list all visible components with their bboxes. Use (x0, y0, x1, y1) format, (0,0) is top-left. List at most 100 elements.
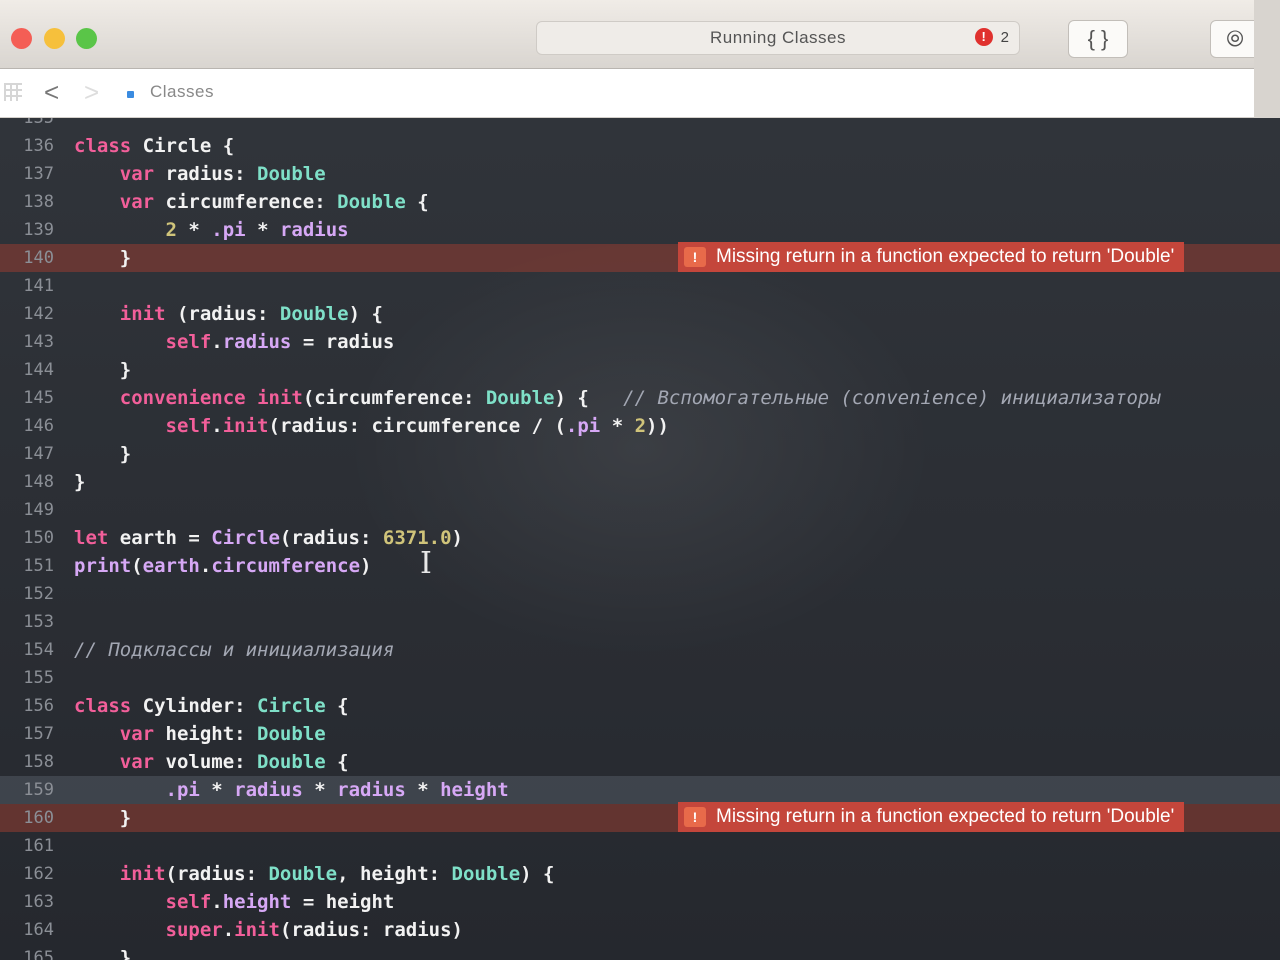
zoom-window-button[interactable] (76, 28, 97, 49)
code-line[interactable]: 142 init (radius: Double) { (0, 300, 1280, 328)
line-number: 147 (23, 444, 54, 464)
code-text[interactable]: let earth = Circle(radius: 6371.0) (74, 524, 463, 552)
code-line[interactable]: 153 (0, 608, 1280, 636)
code-line[interactable]: 150 let earth = Circle(radius: 6371.0) (0, 524, 1280, 552)
source-editor[interactable]: 135 136 class Circle {137 var radius: Doub… (0, 118, 1280, 960)
error-message-text: Missing return in a function expected to… (716, 806, 1175, 827)
code-text[interactable]: class Circle { (74, 132, 234, 160)
code-text[interactable]: init (radius: Double) { (74, 300, 383, 328)
code-text[interactable]: self.radius = radius (74, 328, 395, 356)
code-line[interactable]: 161 (0, 832, 1280, 860)
code-line[interactable]: 143 self.radius = radius (0, 328, 1280, 356)
code-text[interactable]: } (74, 244, 131, 272)
error-icon: ! (684, 247, 706, 267)
code-line[interactable]: 138 var circumference: Double { (0, 188, 1280, 216)
line-number: 157 (23, 724, 54, 744)
code-line[interactable]: 159 .pi * radius * radius * height (0, 776, 1280, 804)
chevron-left-icon[interactable]: < (44, 77, 59, 108)
breadcrumb[interactable]: Classes (150, 82, 214, 102)
line-number: 148 (23, 472, 54, 492)
line-number: 152 (23, 584, 54, 604)
line-number: 146 (23, 416, 54, 436)
activity-viewer: Running Classes ! 2 (536, 21, 1020, 55)
code-line[interactable]: 135 (0, 118, 1280, 132)
code-text[interactable]: print(earth.circumference) (74, 552, 371, 580)
code-line[interactable]: 145 convenience init(circumference: Doub… (0, 384, 1280, 412)
code-text[interactable]: class Cylinder: Circle { (74, 692, 349, 720)
code-line[interactable]: 149 (0, 496, 1280, 524)
line-number: 137 (23, 164, 54, 184)
line-number: 142 (23, 304, 54, 324)
code-line[interactable]: 158 var volume: Double { (0, 748, 1280, 776)
error-icon: ! (684, 807, 706, 827)
code-text[interactable]: } (74, 356, 131, 384)
code-text[interactable]: self.init(radius: circumference / (.pi *… (74, 412, 669, 440)
code-text[interactable]: .pi * radius * radius * height (74, 776, 509, 804)
line-number: 139 (23, 220, 54, 240)
code-text[interactable]: } (74, 944, 131, 960)
code-line[interactable]: 147 } (0, 440, 1280, 468)
error-message-banner[interactable]: ! Missing return in a function expected t… (678, 242, 1185, 272)
line-number: 150 (23, 528, 54, 548)
line-number: 161 (23, 836, 54, 856)
line-number: 144 (23, 360, 54, 380)
line-number: 163 (23, 892, 54, 912)
code-line-error[interactable]: 140 }! Missing return in a function expec… (0, 242, 1280, 272)
code-text[interactable]: var circumference: Double { (74, 188, 429, 216)
code-text[interactable]: 2 * .pi * radius (74, 216, 349, 244)
line-number: 136 (23, 136, 54, 156)
code-line[interactable]: 144 } (0, 356, 1280, 384)
code-line-error[interactable]: 160 }! Missing return in a function expec… (0, 802, 1280, 832)
error-circle-icon: ! (974, 28, 993, 46)
code-line[interactable]: 156 class Cylinder: Circle { (0, 692, 1280, 720)
line-number: 135 (23, 118, 54, 128)
error-message-banner[interactable]: ! Missing return in a function expected t… (678, 802, 1185, 832)
code-line[interactable]: 136 class Circle { (0, 132, 1280, 160)
library-button[interactable]: { } (1068, 20, 1128, 58)
code-text[interactable]: convenience init(circumference: Double) … (74, 384, 1161, 412)
line-number: 165 (23, 948, 54, 960)
code-line[interactable]: 146 self.init(radius: circumference / (.… (0, 412, 1280, 440)
close-window-button[interactable] (11, 28, 32, 49)
activity-title: Running Classes (709, 28, 846, 47)
code-line[interactable]: 148} (0, 468, 1280, 496)
code-text[interactable]: init(radius: Double, height: Double) { (74, 860, 555, 888)
line-number: 164 (23, 920, 54, 940)
code-line[interactable]: 155 (0, 664, 1280, 692)
line-number: 153 (23, 612, 54, 632)
code-line[interactable]: 152 (0, 580, 1280, 608)
code-line[interactable]: 163 self.height = height (0, 888, 1280, 916)
line-number: 162 (23, 864, 54, 884)
code-line[interactable]: 141 (0, 272, 1280, 300)
code-text[interactable]: var height: Double (74, 720, 326, 748)
code-text[interactable]: self.height = height (74, 888, 395, 916)
line-number: 156 (23, 696, 54, 716)
code-text[interactable]: } (74, 440, 131, 468)
code-text[interactable]: super.init(radius: radius) (74, 916, 463, 944)
code-line[interactable]: 162 init(radius: Double, height: Double)… (0, 860, 1280, 888)
code-text[interactable]: var radius: Double (74, 160, 326, 188)
error-count-badge[interactable]: ! 2 (974, 28, 1009, 46)
code-text[interactable]: } (74, 804, 131, 832)
playground-file-icon (127, 91, 134, 98)
chevron-right-icon[interactable]: > (84, 77, 99, 108)
code-text[interactable]: var volume: Double { (74, 748, 349, 776)
code-line[interactable]: 151 print(earth.circumference) (0, 552, 1280, 580)
line-number: 138 (23, 192, 54, 212)
minimize-window-button[interactable] (44, 28, 65, 49)
line-number: 143 (23, 332, 54, 352)
code-line[interactable]: 137 var radius: Double (0, 160, 1280, 188)
code-line[interactable]: 154 // Подклассы и инициализация (0, 636, 1280, 664)
line-number: 155 (23, 668, 54, 688)
code-line[interactable]: 164 super.init(radius: radius) (0, 916, 1280, 944)
line-number: 159 (23, 780, 54, 800)
code-text[interactable]: } (74, 468, 85, 496)
line-number: 160 (23, 808, 54, 828)
code-line[interactable]: 139 2 * .pi * radius (0, 216, 1280, 244)
code-line[interactable]: 157 var height: Double (0, 720, 1280, 748)
code-line[interactable]: 165 } (0, 944, 1280, 960)
assistant-editor-button[interactable]: ⦾ (1210, 20, 1260, 58)
related-items-icon[interactable] (4, 83, 22, 101)
code-text[interactable]: // Подклассы и инициализация (74, 636, 394, 664)
line-number: 154 (23, 640, 54, 660)
